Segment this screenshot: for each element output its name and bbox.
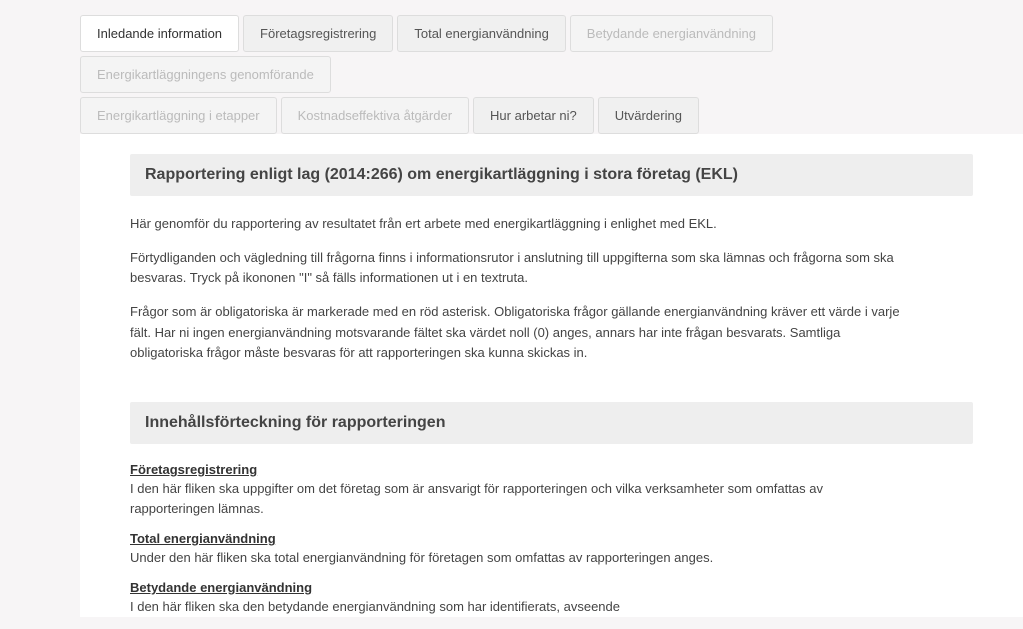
toc-link-total-energianvandning[interactable]: Total energianvändning xyxy=(130,531,276,546)
tab-energikartlaggningens-genomforande: Energikartläggningens genomförande xyxy=(80,56,331,93)
section-header-rapportering: Rapportering enligt lag (2014:266) om en… xyxy=(130,154,973,196)
section-header-innehallsforteckning: Innehållsförteckning för rapporteringen xyxy=(130,402,973,444)
tab-kostnadseffektiva-atgarder: Kostnadseffektiva åtgärder xyxy=(281,97,469,134)
tab-energikartlaggning-i-etapper: Energikartläggning i etapper xyxy=(80,97,277,134)
tab-total-energianvandning[interactable]: Total energianvändning xyxy=(397,15,565,52)
tabs-row-1: Inledande information Företagsregistreri… xyxy=(80,15,1023,93)
intro-paragraph-1: Här genomför du rapportering av resultat… xyxy=(130,214,900,234)
toc-item: Betydande energianvändning I den här fli… xyxy=(130,580,900,617)
toc-desc: I den här fliken ska den betydande energ… xyxy=(130,597,900,617)
tabs-row-2: Energikartläggning i etapper Kostnadseff… xyxy=(80,97,1023,134)
toc-desc: Under den här fliken ska total energianv… xyxy=(130,548,900,568)
intro-paragraph-2: Förtydliganden och vägledning till frågo… xyxy=(130,248,900,288)
tab-foretagsregistrering[interactable]: Företagsregistrering xyxy=(243,15,393,52)
tab-betydande-energianvandning: Betydande energianvändning xyxy=(570,15,773,52)
tab-inledande-information[interactable]: Inledande information xyxy=(80,15,239,52)
tab-hur-arbetar-ni[interactable]: Hur arbetar ni? xyxy=(473,97,594,134)
toc-link-betydande-energianvandning[interactable]: Betydande energianvändning xyxy=(130,580,312,595)
toc-item: Företagsregistrering I den här fliken sk… xyxy=(130,462,900,519)
toc-link-foretagsregistrering[interactable]: Företagsregistrering xyxy=(130,462,257,477)
tab-utvardering[interactable]: Utvärdering xyxy=(598,97,699,134)
toc-desc: I den här fliken ska uppgifter om det fö… xyxy=(130,479,900,519)
intro-paragraph-3: Frågor som är obligatoriska är markerade… xyxy=(130,302,900,362)
toc-item: Total energianvändning Under den här fli… xyxy=(130,531,900,568)
tab-content: Rapportering enligt lag (2014:266) om en… xyxy=(80,134,1023,617)
